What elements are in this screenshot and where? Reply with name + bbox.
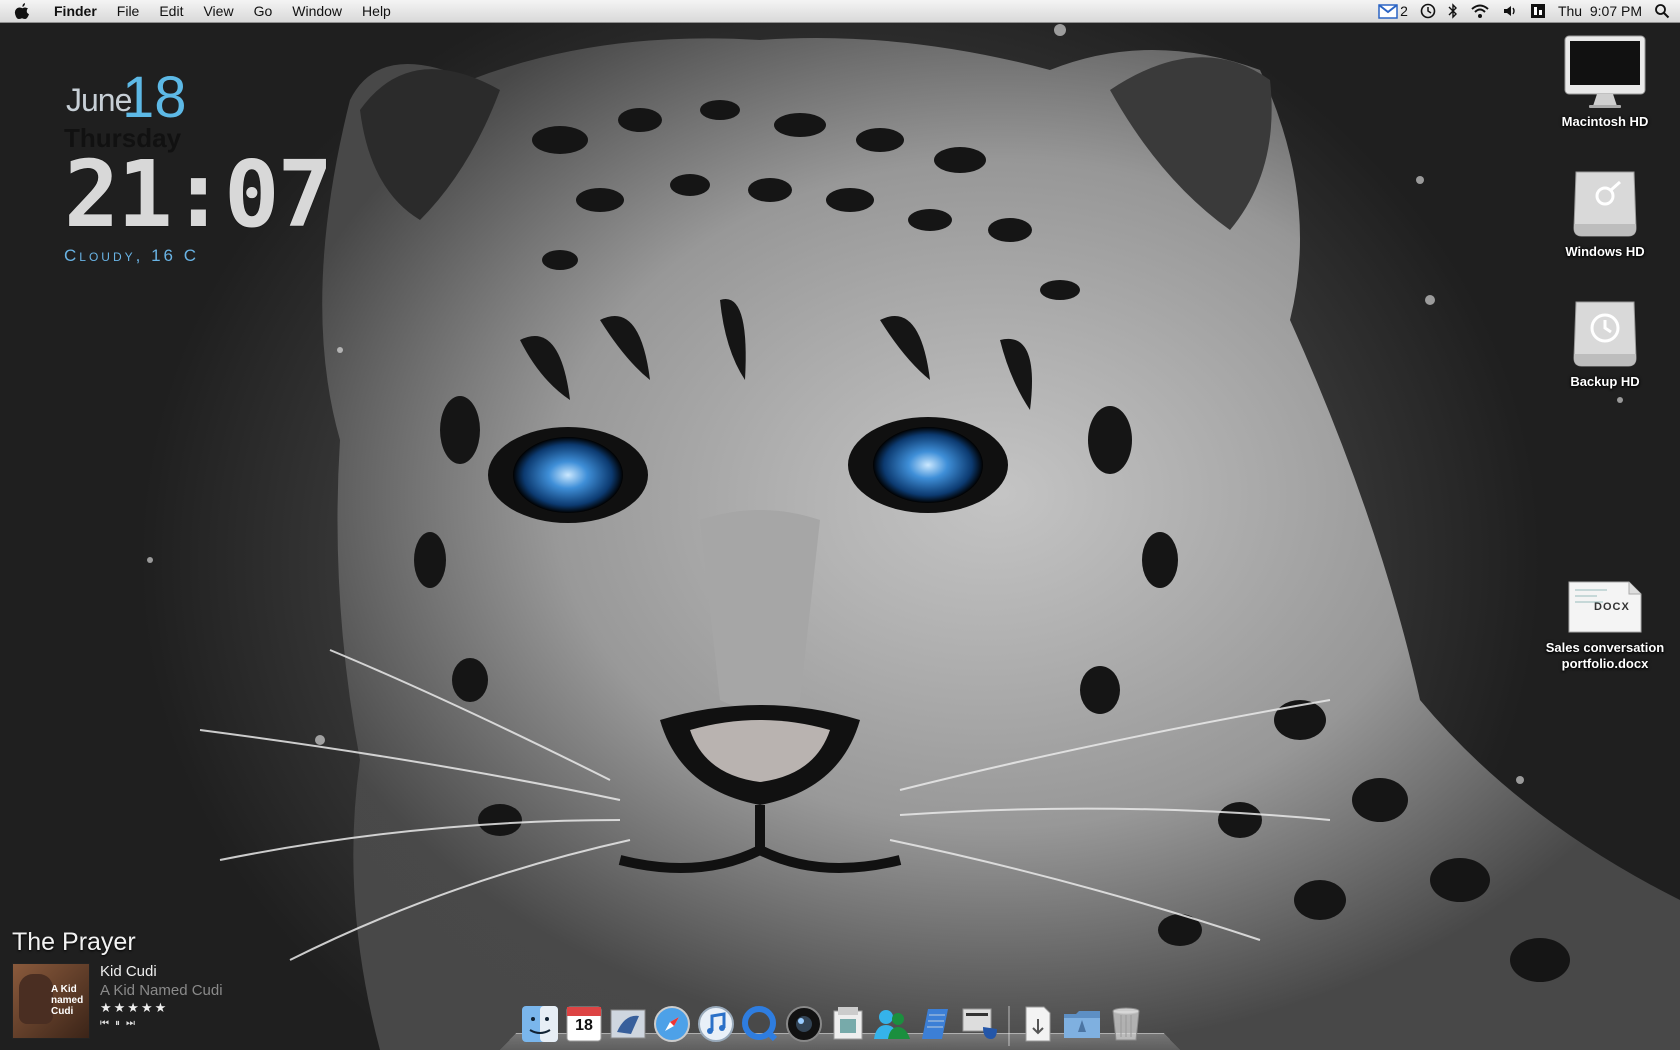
desktop-icon-docx-file[interactable]: DOCX Sales conversation portfolio.docx (1535, 560, 1675, 672)
menu-edit[interactable]: Edit (149, 0, 193, 22)
volume-icon[interactable] (1502, 0, 1518, 22)
desktop-icon-label: Macintosh HD (1561, 114, 1649, 129)
mail-count: 2 (1400, 3, 1408, 19)
menu-view[interactable]: View (193, 0, 243, 22)
finder-icon[interactable] (520, 1002, 560, 1046)
clock-day: 18 (122, 65, 187, 130)
track-album: A Kid Named Cudi (100, 982, 223, 999)
applications-folder-icon[interactable] (1062, 1002, 1102, 1046)
wifi-icon[interactable] (1470, 0, 1490, 22)
apple-menu-icon[interactable] (0, 0, 44, 22)
file-name-line1: Sales conversation (1545, 640, 1665, 655)
desktop-icon-label: Windows HD (1565, 244, 1645, 259)
track-artist: Kid Cudi (100, 963, 157, 980)
dock-separator (1008, 1006, 1010, 1046)
bluetooth-icon[interactable] (1448, 0, 1458, 22)
previous-track-icon[interactable]: ⏮ (100, 1018, 109, 1029)
album-cover[interactable]: A Kid named Cudi (12, 963, 90, 1039)
docx-badge: DOCX (1594, 601, 1630, 613)
itunes-icon[interactable] (696, 1002, 736, 1046)
weather-text: Cloudy, 16 C (64, 246, 199, 265)
ichat-icon[interactable] (872, 1002, 912, 1046)
downloads-stack-icon[interactable] (1018, 1002, 1058, 1046)
ical-icon[interactable]: 18 (564, 1002, 604, 1046)
clock-time: 21:07 (64, 141, 333, 248)
desktop-icon-label: Backup HD (1570, 374, 1640, 389)
desktop-icon-backup-hd[interactable]: Backup HD (1535, 294, 1675, 390)
trash-icon[interactable] (1106, 1002, 1146, 1046)
track-title: The Prayer (12, 928, 136, 956)
menu-window[interactable]: Window (282, 0, 352, 22)
camera-icon[interactable] (784, 1002, 824, 1046)
external-drive-icon (1560, 164, 1650, 240)
menu-go[interactable]: Go (244, 0, 283, 22)
time-machine-drive-icon (1560, 294, 1650, 370)
ical-day: 18 (575, 1017, 593, 1034)
docx-file-icon: DOCX (1560, 560, 1650, 636)
textedit-icon[interactable] (916, 1002, 956, 1046)
clock-widget: June 18 Thursday 21:07 Cloudy, 16 C (64, 62, 333, 266)
time-machine-icon[interactable] (1420, 0, 1436, 22)
spotlight-search-icon[interactable] (1654, 0, 1670, 22)
safari-icon[interactable] (652, 1002, 692, 1046)
now-playing-widget: The Prayer A Kid named Cudi Kid Cudi A K… (12, 928, 223, 1039)
gmail-icon (1378, 4, 1398, 19)
pause-icon[interactable]: ⏸ (115, 1018, 120, 1029)
desktop-icon-windows-hd[interactable]: Windows HD (1535, 164, 1675, 260)
mail-icon[interactable] (608, 1002, 648, 1046)
news-icon[interactable] (960, 1002, 1000, 1046)
file-name-line2: portfolio.docx (1561, 656, 1649, 671)
menu-bar: Finder File Edit View Go Window Help 2 T… (0, 0, 1680, 23)
menu-finder[interactable]: Finder (44, 0, 107, 22)
gmail-notifier[interactable]: 2 (1378, 0, 1408, 22)
desktop-icon-label: Sales conversation portfolio.docx (1535, 640, 1675, 672)
album-cover-text: A Kid named Cudi (51, 984, 84, 1017)
imac-icon (1560, 34, 1650, 110)
desktop-icon-macintosh-hd[interactable]: Macintosh HD (1535, 34, 1675, 130)
next-track-icon[interactable]: ⏭ (126, 1018, 135, 1029)
quicktime-icon[interactable] (740, 1002, 780, 1046)
preview-icon[interactable] (828, 1002, 868, 1046)
menu-file[interactable]: File (107, 0, 150, 22)
menu-help[interactable]: Help (352, 0, 401, 22)
star-rating[interactable]: ★★★★★ (100, 1000, 223, 1016)
menubar-clock[interactable]: Thu 9:07 PM (1558, 3, 1642, 19)
dock: 18 (500, 990, 1180, 1050)
istat-menus-icon[interactable] (1530, 0, 1546, 22)
